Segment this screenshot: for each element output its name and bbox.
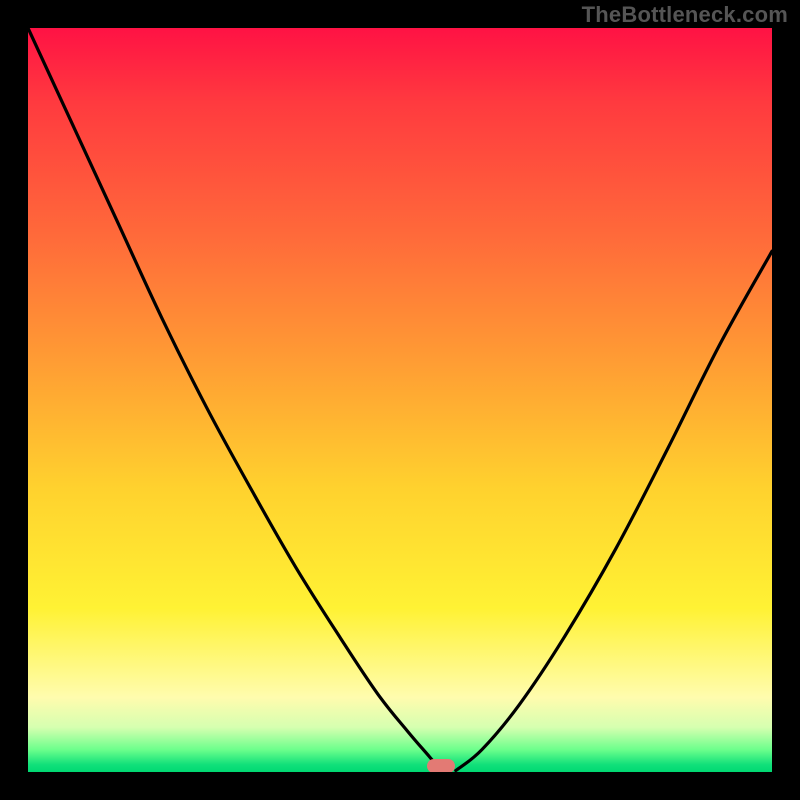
curve-right-branch (456, 251, 772, 770)
plot-area (28, 28, 772, 772)
chart-frame: TheBottleneck.com (0, 0, 800, 800)
curve-left-branch (28, 28, 441, 771)
attribution-text: TheBottleneck.com (582, 2, 788, 28)
optimal-marker (427, 759, 455, 772)
bottleneck-curve (28, 28, 772, 772)
